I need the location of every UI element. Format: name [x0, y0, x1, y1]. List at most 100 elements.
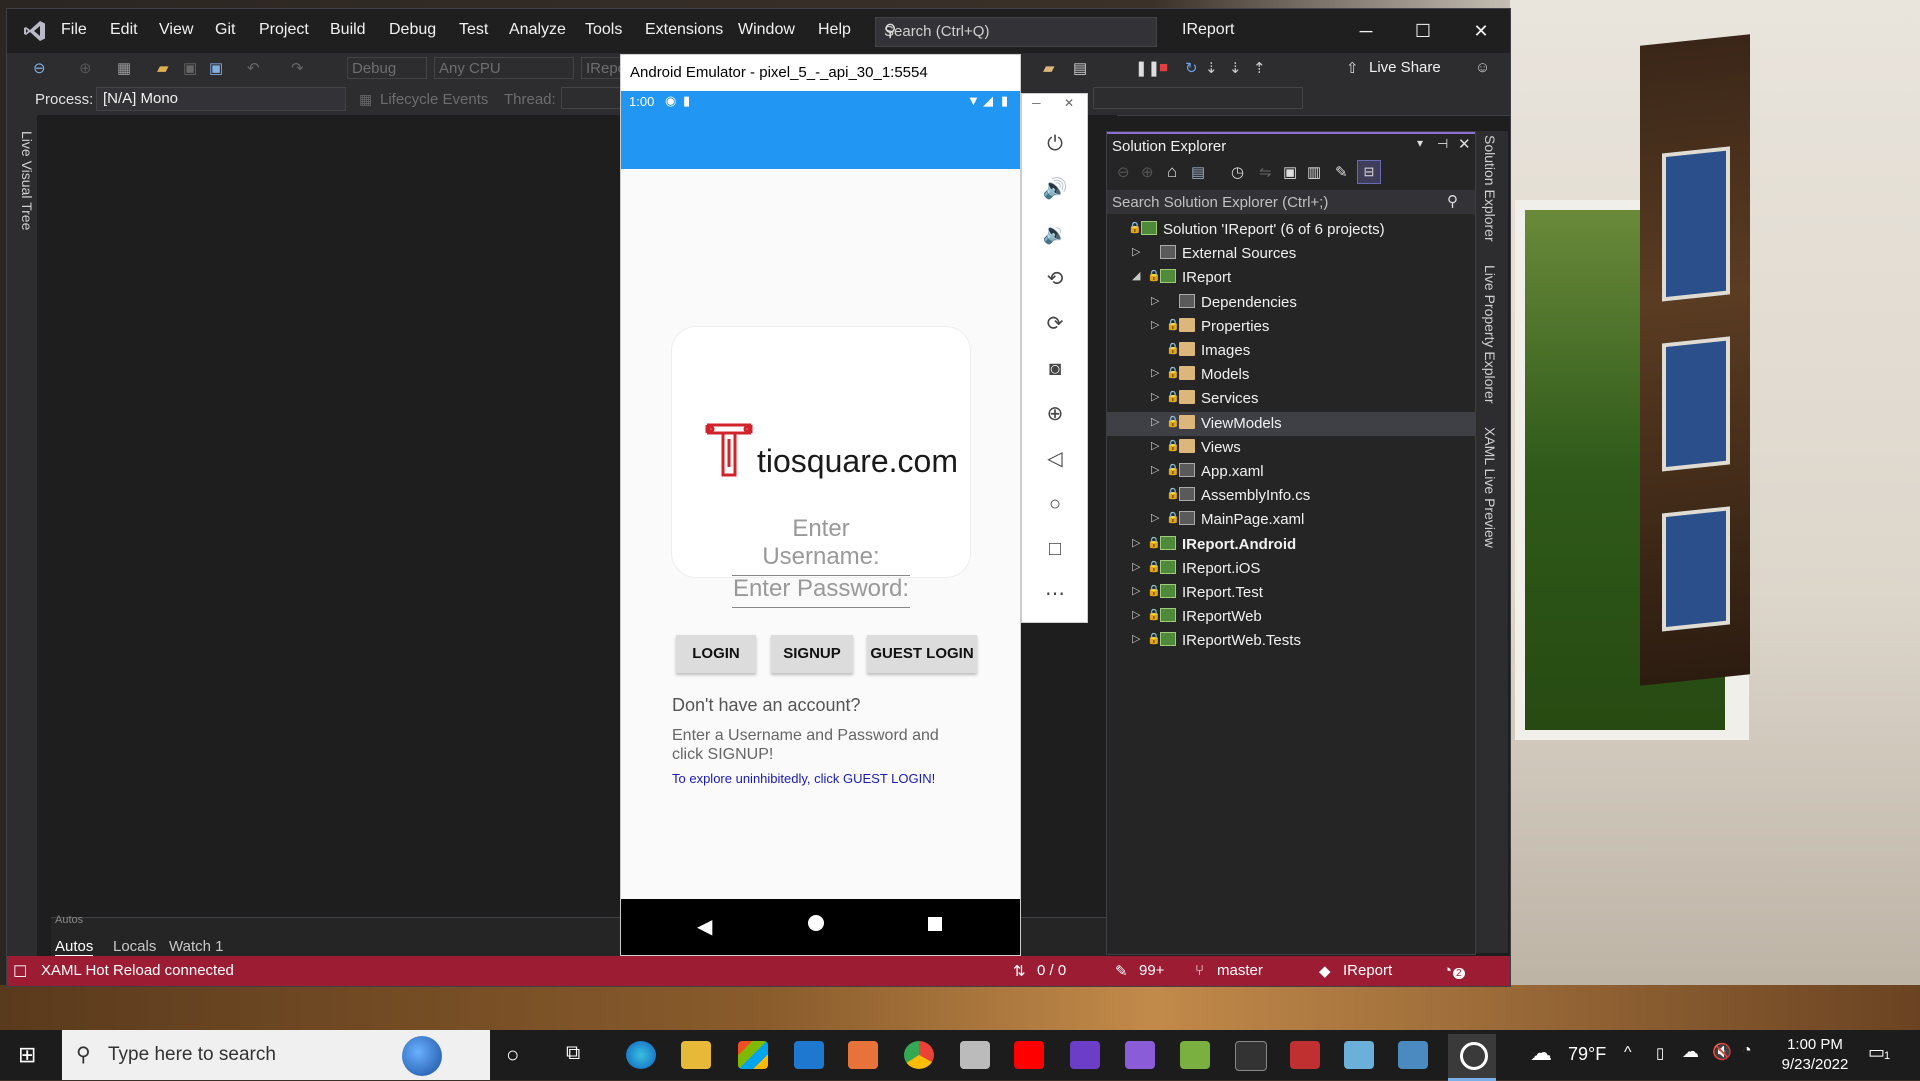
expand-arrow-icon[interactable]: ▷ [1132, 245, 1140, 258]
expand-arrow-icon[interactable]: ▷ [1132, 584, 1140, 597]
terminal-icon[interactable] [1235, 1041, 1267, 1071]
tab-locals[interactable]: Locals [113, 938, 156, 955]
emu-minimize-icon[interactable]: ─ [1032, 96, 1041, 110]
startup-combo[interactable]: IRepo [581, 57, 621, 79]
tree-item[interactable]: ▷ 🔒 IReportWeb [1107, 605, 1475, 629]
menu-view[interactable]: View [159, 21, 193, 39]
cortana-icon[interactable]: ○ [506, 1042, 519, 1068]
tree-item[interactable]: ▷ 🔒 Models [1107, 363, 1475, 387]
tree-item[interactable]: ▷ 🔒 IReport.iOS [1107, 557, 1475, 581]
layout-icon[interactable]: ▤ [1073, 59, 1087, 77]
tab-watch-1[interactable]: Watch 1 [169, 938, 223, 955]
tab-xaml-live-preview[interactable]: XAML Live Preview [1482, 427, 1498, 548]
branch-name[interactable]: master [1217, 962, 1263, 979]
menu-file[interactable]: File [61, 21, 87, 39]
tab-live-property-explorer[interactable]: Live Property Explorer [1482, 265, 1498, 404]
search-input[interactable]: Search (Ctrl+Q) ⚲ [875, 17, 1157, 47]
properties-icon[interactable]: ✎ [1335, 163, 1348, 181]
menu-analyze[interactable]: Analyze [509, 21, 566, 39]
password-field[interactable]: Enter Password: [732, 575, 910, 608]
menu-project[interactable]: Project [259, 21, 309, 39]
platform-combo[interactable]: Any CPU [434, 57, 574, 79]
media-icon[interactable] [848, 1041, 878, 1069]
tree-item[interactable]: 🔒 Solution 'IReport' (6 of 6 projects) [1107, 218, 1475, 242]
process-combo[interactable]: [N/A] Mono [96, 87, 346, 111]
solution-explorer-search[interactable]: Search Solution Explorer (Ctrl+;) ⚲ [1107, 190, 1475, 214]
sync-icon[interactable]: ⇋ [1259, 163, 1272, 181]
changes-count[interactable]: 99+ [1139, 962, 1164, 979]
onedrive-icon[interactable]: ☁ [1682, 1042, 1699, 1062]
store-icon[interactable] [738, 1041, 768, 1069]
back-icon[interactable]: ⊖ [33, 59, 46, 77]
tree-item[interactable]: ▷ 🔒 App.xaml [1107, 460, 1475, 484]
expand-arrow-icon[interactable]: ▷ [1151, 439, 1159, 452]
tree-item[interactable]: ▷ 🔒 Properties [1107, 315, 1475, 339]
tree-item[interactable]: ▷ 🔒 IReportWeb.Tests [1107, 629, 1475, 653]
tree-item[interactable]: 🔒 Images [1107, 339, 1475, 363]
menu-test[interactable]: Test [459, 21, 488, 39]
feedback-icon[interactable]: ☺ [1475, 59, 1490, 76]
overview-square-icon[interactable]: □ [1041, 535, 1069, 563]
menu-edit[interactable]: Edit [110, 21, 138, 39]
home-icon[interactable]: ⌂ [1167, 162, 1177, 182]
volume-down-icon[interactable]: 🔉 [1041, 220, 1069, 248]
panel-close-icon[interactable]: ✕ [1458, 135, 1471, 153]
menu-extensions[interactable]: Extensions [645, 21, 723, 39]
forward-icon[interactable]: ⊕ [79, 59, 92, 77]
volume-up-icon[interactable]: 🔊 [1041, 175, 1069, 203]
tree-item[interactable]: ▷ 🔒 ViewModels [1107, 411, 1475, 436]
nav-home-icon[interactable] [808, 915, 824, 931]
expand-arrow-icon[interactable]: ▷ [1151, 294, 1159, 307]
nav-recents-icon[interactable] [928, 917, 942, 931]
pending-counts[interactable]: 0 / 0 [1037, 962, 1066, 979]
nav-back-icon[interactable]: ◀ [697, 914, 712, 939]
menu-git[interactable]: Git [215, 21, 235, 39]
tree-item[interactable]: ▷ Dependencies [1107, 291, 1475, 315]
config-combo[interactable]: Debug [347, 57, 427, 79]
expand-arrow-icon[interactable]: ▷ [1132, 608, 1140, 621]
undo-icon[interactable]: ↶ [247, 59, 260, 77]
clock-time[interactable]: 1:00 PM [1780, 1036, 1850, 1053]
expand-arrow-icon[interactable]: ▷ [1151, 390, 1159, 403]
camera-icon[interactable]: ◙ [1041, 355, 1069, 383]
back-triangle-icon[interactable]: ◁ [1041, 445, 1069, 473]
switch-views-icon[interactable]: ▤ [1191, 163, 1205, 181]
maximize-button[interactable]: ☐ [1403, 17, 1443, 45]
signup-button[interactable]: SIGNUP [771, 635, 853, 673]
tree-item[interactable]: ▷ 🔒 IReport.Test [1107, 581, 1475, 605]
stop-icon[interactable]: ■ [1159, 59, 1168, 76]
folder-toolbar-icon[interactable]: ▰ [1043, 59, 1055, 77]
tree-item[interactable]: ▷ External Sources [1107, 242, 1475, 266]
live-share-button[interactable]: Live Share [1369, 59, 1441, 76]
collapse-all-icon[interactable]: ▣ [1283, 163, 1297, 181]
menu-debug[interactable]: Debug [389, 21, 436, 39]
rotate-right-icon[interactable]: ⟳ [1041, 310, 1069, 338]
clock-date[interactable]: 9/23/2022 [1776, 1056, 1854, 1073]
emulator-taskbar-button[interactable] [1448, 1034, 1496, 1081]
save-all-icon[interactable]: ▣ [209, 59, 223, 77]
notepad-icon[interactable] [1344, 1041, 1374, 1069]
minimize-button[interactable]: ─ [1346, 17, 1386, 45]
pin-icon[interactable]: ⊣ [1437, 136, 1448, 152]
dev-tool-icon[interactable] [1180, 1041, 1210, 1069]
new-item-icon[interactable]: ▦ [117, 59, 131, 77]
live-visual-tree-tab[interactable]: Live Visual Tree [9, 131, 35, 230]
rotate-left-icon[interactable]: ⟲ [1041, 265, 1069, 293]
vs-logo-icon[interactable] [23, 19, 47, 43]
mail-icon[interactable] [794, 1041, 824, 1069]
file-explorer-icon[interactable] [681, 1041, 711, 1069]
thread-combo[interactable] [561, 87, 621, 109]
home-circle-icon[interactable]: ○ [1041, 490, 1069, 518]
installer-icon[interactable] [1398, 1041, 1428, 1069]
menu-help[interactable]: Help [818, 21, 851, 39]
tab-autos[interactable]: Autos [55, 938, 94, 957]
expand-arrow-icon[interactable]: ▷ [1132, 560, 1140, 573]
expand-arrow-icon[interactable]: ▷ [1151, 463, 1159, 476]
redo-icon[interactable]: ↷ [291, 59, 304, 77]
edge-icon[interactable] [626, 1041, 656, 1069]
pause-icon[interactable]: ❚❚ [1135, 59, 1160, 77]
se-forward-icon[interactable]: ⊕ [1141, 163, 1154, 181]
close-button[interactable]: ✕ [1461, 17, 1501, 45]
show-all-files-icon[interactable]: ▥ [1307, 163, 1321, 181]
tree-item[interactable]: ▷ 🔒 Services [1107, 387, 1475, 411]
